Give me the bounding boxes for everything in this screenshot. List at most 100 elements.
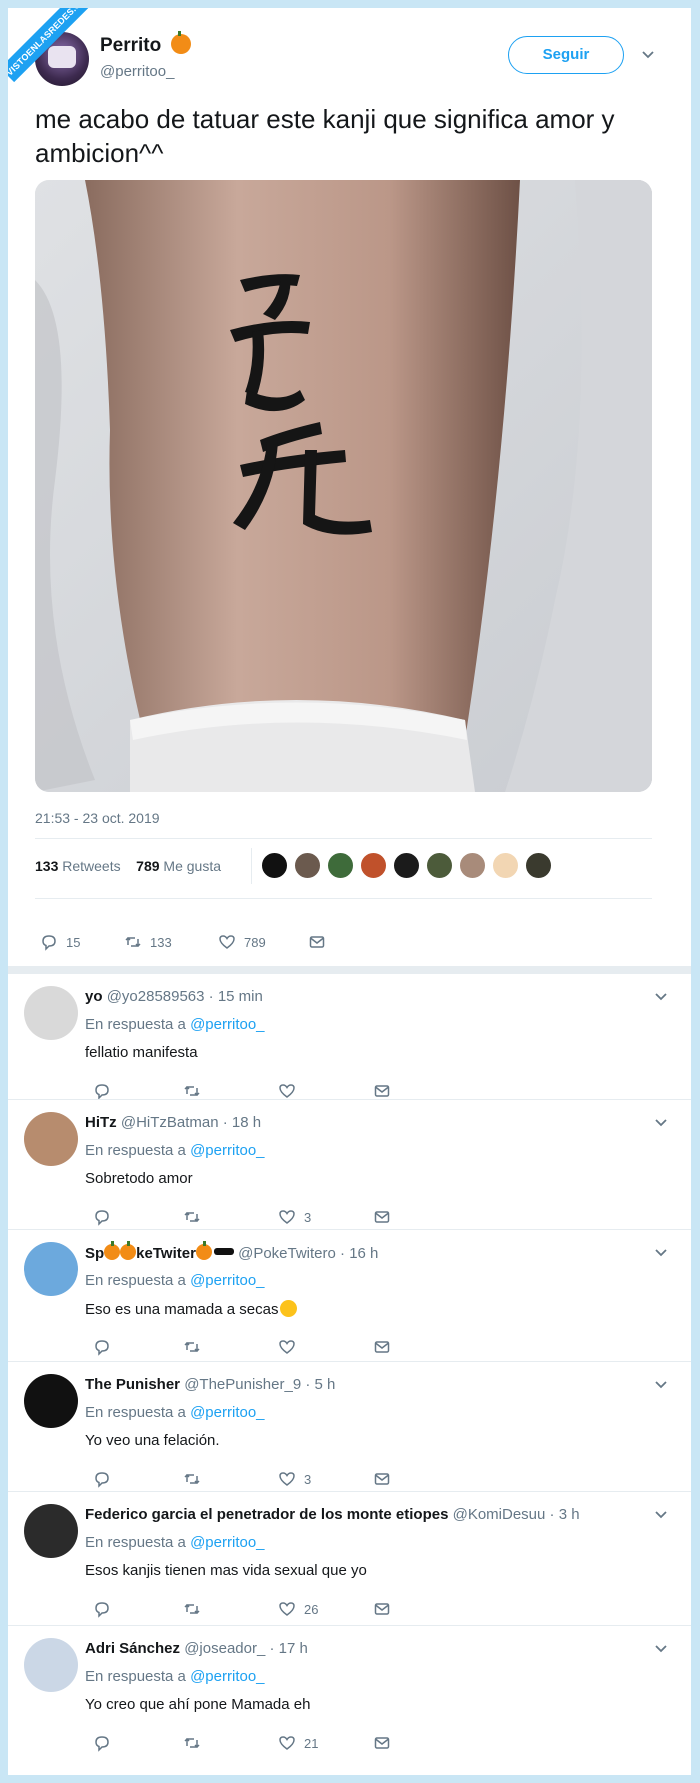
like-action[interactable]	[278, 1338, 304, 1356]
liker-avatar[interactable]	[492, 852, 519, 879]
reply-author-name[interactable]: Federico garcia el penetrador de los mon…	[85, 1506, 448, 1523]
reply-author-handle[interactable]: @PokeTwitero	[238, 1245, 336, 1262]
reply-author-name[interactable]: yo	[85, 988, 103, 1005]
reply-header: Sp keTwiter @PokeTwitero · 16 h	[85, 1241, 378, 1262]
reply-author-handle[interactable]: @yo28589563	[107, 988, 205, 1005]
retweet-action[interactable]	[183, 1338, 201, 1356]
reply-header: yo @yo28589563 · 15 min	[85, 988, 263, 1005]
message-action[interactable]	[373, 1208, 391, 1226]
like-icon	[279, 1472, 295, 1486]
reply-icon	[42, 935, 56, 951]
tweet-text: me acabo de tatuar este kanji que signif…	[35, 104, 615, 168]
like-action[interactable]: 26	[278, 1600, 318, 1618]
reply-avatar[interactable]	[24, 1638, 78, 1692]
chevron-down-icon[interactable]	[654, 1642, 668, 1656]
follow-button[interactable]: Seguir	[508, 36, 624, 74]
reply-avatar[interactable]	[24, 986, 78, 1040]
reply-time[interactable]: · 17 h	[269, 1640, 307, 1657]
reply-tweet[interactable]: HiTz @HiTzBatman · 18 h En respuesta a @p…	[8, 1100, 691, 1230]
reply-action[interactable]: 15	[40, 933, 80, 951]
retweets-stat[interactable]: 133 Retweets	[35, 858, 121, 874]
reply-icon	[95, 1472, 109, 1488]
retweet-action[interactable]	[183, 1082, 201, 1100]
reply-author-name[interactable]: The Punisher	[85, 1376, 180, 1393]
reply-author-name[interactable]: Adri Sánchez	[85, 1640, 180, 1657]
reply-to-link[interactable]: @perritoo_	[190, 1668, 264, 1685]
reply-time[interactable]: · 3 h	[550, 1506, 580, 1523]
message-icon	[374, 1085, 390, 1097]
reply-author-handle[interactable]: @HiTzBatman	[121, 1114, 219, 1131]
message-action[interactable]	[308, 933, 326, 951]
like-action[interactable]: 3	[278, 1470, 311, 1488]
chevron-down-icon[interactable]	[654, 1378, 668, 1392]
liker-avatar[interactable]	[525, 852, 552, 879]
reply-tweet[interactable]: yo @yo28589563 · 15 min En respuesta a @p…	[8, 974, 691, 1100]
reply-header: The Punisher @ThePunisher_9 · 5 h	[85, 1376, 335, 1393]
pumpkin-emoji	[104, 1241, 121, 1260]
reply-avatar[interactable]	[24, 1504, 78, 1558]
like-action[interactable]: 3	[278, 1208, 311, 1226]
reply-tweet[interactable]: The Punisher @ThePunisher_9 · 5 h En resp…	[8, 1362, 691, 1492]
reply-to-link[interactable]: @perritoo_	[190, 1016, 264, 1033]
reply-action[interactable]	[93, 1470, 111, 1488]
message-action[interactable]	[373, 1470, 391, 1488]
retweet-action[interactable]	[183, 1470, 201, 1488]
reply-avatar[interactable]	[24, 1112, 78, 1166]
reply-author-name[interactable]: HiTz	[85, 1114, 117, 1131]
reply-time[interactable]: · 18 h	[223, 1114, 261, 1131]
liker-avatar[interactable]	[459, 852, 486, 879]
liker-avatar[interactable]	[261, 852, 288, 879]
reply-author-name[interactable]: Sp keTwiter	[85, 1241, 234, 1262]
retweet-action[interactable]: 133	[124, 933, 172, 951]
liker-avatar[interactable]	[294, 852, 321, 879]
reply-tweet[interactable]: Sp keTwiter @PokeTwitero · 16 h En respues…	[8, 1230, 691, 1362]
liker-avatar[interactable]	[426, 852, 453, 879]
liker-avatar[interactable]	[327, 852, 354, 879]
reply-author-handle[interactable]: @KomiDesuu	[453, 1506, 546, 1523]
reply-avatar[interactable]	[24, 1374, 78, 1428]
reply-to-link[interactable]: @perritoo_	[190, 1142, 264, 1159]
chevron-down-icon[interactable]	[654, 1508, 668, 1522]
like-action[interactable]: 21	[278, 1734, 318, 1752]
chevron-down-icon[interactable]	[654, 990, 668, 1004]
like-action[interactable]: 789	[218, 933, 266, 951]
reply-to-link[interactable]: @perritoo_	[190, 1272, 264, 1289]
tweet-photo[interactable]	[35, 180, 652, 792]
reply-text: Yo veo una felación.	[85, 1432, 220, 1449]
chevron-down-icon[interactable]	[654, 1246, 668, 1260]
reply-context: En respuesta a @perritoo_	[85, 1016, 265, 1033]
reply-avatar[interactable]	[24, 1242, 78, 1296]
message-action[interactable]	[373, 1082, 391, 1100]
author-handle[interactable]: @perritoo_	[100, 63, 174, 80]
likers-avatars[interactable]	[261, 852, 552, 882]
chevron-down-icon[interactable]	[641, 48, 655, 62]
liker-avatar[interactable]	[360, 852, 387, 879]
tweet-timestamp[interactable]: 21:53 - 23 oct. 2019	[35, 810, 160, 826]
reply-author-handle[interactable]: @joseador_	[184, 1640, 265, 1657]
reply-time[interactable]: · 5 h	[305, 1376, 335, 1393]
reply-action[interactable]	[93, 1082, 111, 1100]
reply-author-handle[interactable]: @ThePunisher_9	[184, 1376, 301, 1393]
like-action[interactable]	[278, 1082, 304, 1100]
retweet-action[interactable]	[183, 1600, 201, 1618]
retweet-action[interactable]	[183, 1208, 201, 1226]
retweet-action[interactable]	[183, 1734, 201, 1752]
message-action[interactable]	[373, 1600, 391, 1618]
message-action[interactable]	[373, 1734, 391, 1752]
reply-to-link[interactable]: @perritoo_	[190, 1404, 264, 1421]
reply-tweet[interactable]: Federico garcia el penetrador de los mon…	[8, 1492, 691, 1626]
liker-avatar[interactable]	[393, 852, 420, 879]
author-name[interactable]: Perrito	[100, 31, 191, 57]
chevron-down-icon[interactable]	[654, 1116, 668, 1130]
reply-action[interactable]	[93, 1208, 111, 1226]
likes-stat[interactable]: 789 Me gusta	[136, 858, 221, 874]
reply-action[interactable]	[93, 1600, 111, 1618]
reply-time[interactable]: · 16 h	[340, 1245, 378, 1262]
message-action[interactable]	[373, 1338, 391, 1356]
reply-action[interactable]	[93, 1734, 111, 1752]
reply-to-link[interactable]: @perritoo_	[190, 1534, 264, 1551]
reply-action[interactable]	[93, 1338, 111, 1356]
reply-tweet[interactable]: Adri Sánchez @joseador_ · 17 h En respues…	[8, 1626, 691, 1775]
reply-time[interactable]: · 15 min	[209, 988, 263, 1005]
message-icon	[374, 1211, 390, 1223]
